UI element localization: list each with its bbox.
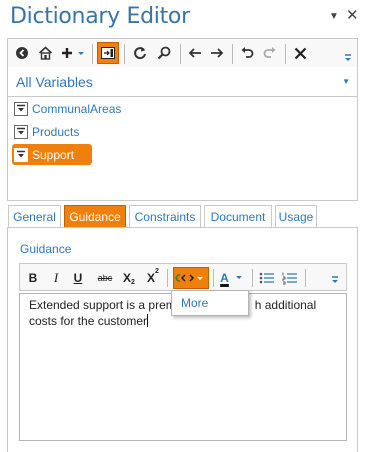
- delete-icon[interactable]: [290, 43, 310, 63]
- variable-tree: CommunalAreas Products Support: [7, 97, 358, 201]
- tab-document[interactable]: Document: [204, 205, 272, 228]
- home-icon[interactable]: [35, 43, 55, 63]
- add-icon[interactable]: [59, 43, 87, 63]
- guidance-section-label: Guidance: [20, 242, 72, 256]
- expand-icon[interactable]: [14, 125, 28, 139]
- variables-selector[interactable]: All Variables ▼: [7, 67, 358, 97]
- expand-icon[interactable]: [14, 102, 28, 116]
- tree-item-support[interactable]: Support: [12, 144, 92, 165]
- tab-general[interactable]: General: [8, 205, 61, 228]
- close-icon[interactable]: ✕: [346, 6, 359, 24]
- guidance-panel: Guidance B I U abc X2 X2 A Extended supp…: [7, 227, 358, 452]
- superscript-button[interactable]: X2: [144, 268, 162, 287]
- title-bar: Dictionary Editor ▼ ✕: [0, 0, 365, 36]
- overflow-icon[interactable]: [338, 46, 358, 66]
- tree-item-label: CommunalAreas: [32, 102, 122, 116]
- subscript-button[interactable]: X2: [120, 269, 138, 287]
- code-dropdown-menu: More: [171, 290, 249, 316]
- tab-constraints[interactable]: Constraints: [129, 205, 201, 228]
- strikethrough-button[interactable]: abc: [94, 269, 116, 287]
- forward-icon[interactable]: [207, 43, 227, 63]
- bullet-list-button[interactable]: [259, 269, 275, 287]
- window-title: Dictionary Editor: [10, 4, 190, 29]
- redo-icon[interactable]: [260, 43, 280, 63]
- tab-usage[interactable]: Usage: [275, 205, 317, 228]
- format-overflow-icon[interactable]: [330, 269, 340, 287]
- undo-icon[interactable]: [237, 43, 257, 63]
- find-icon[interactable]: [154, 43, 174, 63]
- tree-item-products[interactable]: Products: [14, 122, 79, 142]
- underline-button[interactable]: U: [71, 269, 85, 287]
- chevron-down-icon[interactable]: ▼: [342, 77, 350, 86]
- tab-guidance[interactable]: Guidance: [64, 205, 126, 228]
- italic-button[interactable]: I: [49, 269, 63, 287]
- back-icon[interactable]: [185, 43, 205, 63]
- bold-button[interactable]: B: [26, 269, 40, 287]
- menu-item-more[interactable]: More: [181, 296, 208, 310]
- layout-icon[interactable]: [97, 42, 119, 64]
- refresh-icon[interactable]: [130, 43, 150, 63]
- navigate-icon[interactable]: [12, 43, 32, 63]
- insert-code-button[interactable]: [173, 267, 209, 289]
- text-cursor: [147, 314, 149, 327]
- variables-selector-value: All Variables: [16, 74, 93, 90]
- pin-dropdown-icon[interactable]: ▼: [329, 11, 339, 22]
- tree-item-label: Support: [32, 147, 75, 162]
- format-toolbar: B I U abc X2 X2 A: [19, 263, 347, 291]
- numbered-list-button[interactable]: [282, 269, 298, 287]
- main-toolbar: [7, 38, 358, 68]
- font-color-button[interactable]: A: [217, 269, 247, 287]
- tree-item-communalareas[interactable]: CommunalAreas: [14, 99, 121, 119]
- expand-icon[interactable]: [14, 147, 28, 162]
- tree-item-label: Products: [32, 125, 80, 139]
